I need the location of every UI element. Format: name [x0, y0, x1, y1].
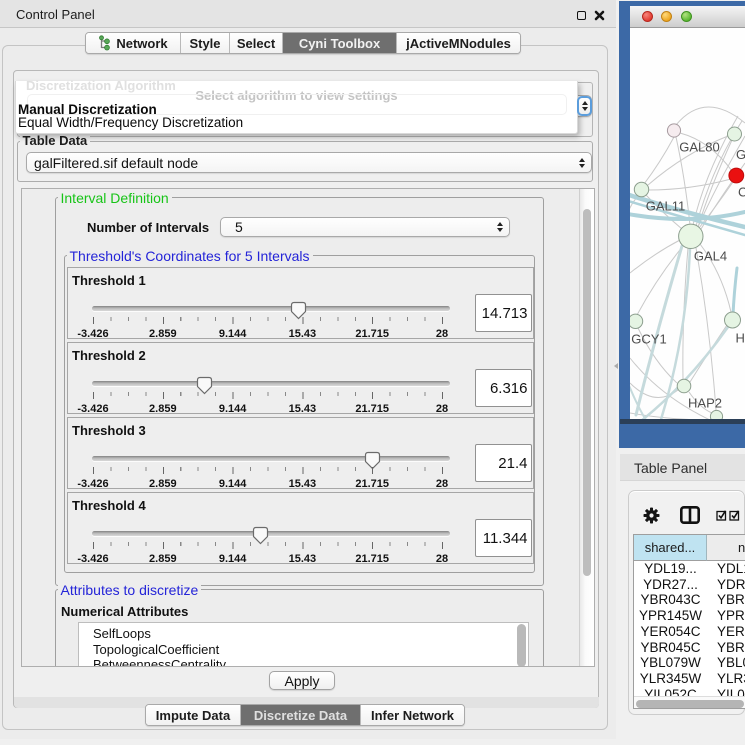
svg-text:GCY1: GCY1: [631, 332, 666, 347]
svg-text:GAL4: GAL4: [694, 249, 727, 264]
svg-text:G...: G...: [736, 147, 745, 162]
svg-text:GAL80: GAL80: [679, 140, 719, 155]
svg-text:HAP2: HAP2: [688, 396, 722, 411]
svg-text:GAL11: GAL11: [646, 199, 686, 214]
svg-text:C: C: [738, 185, 745, 200]
svg-text:H: H: [736, 331, 745, 346]
